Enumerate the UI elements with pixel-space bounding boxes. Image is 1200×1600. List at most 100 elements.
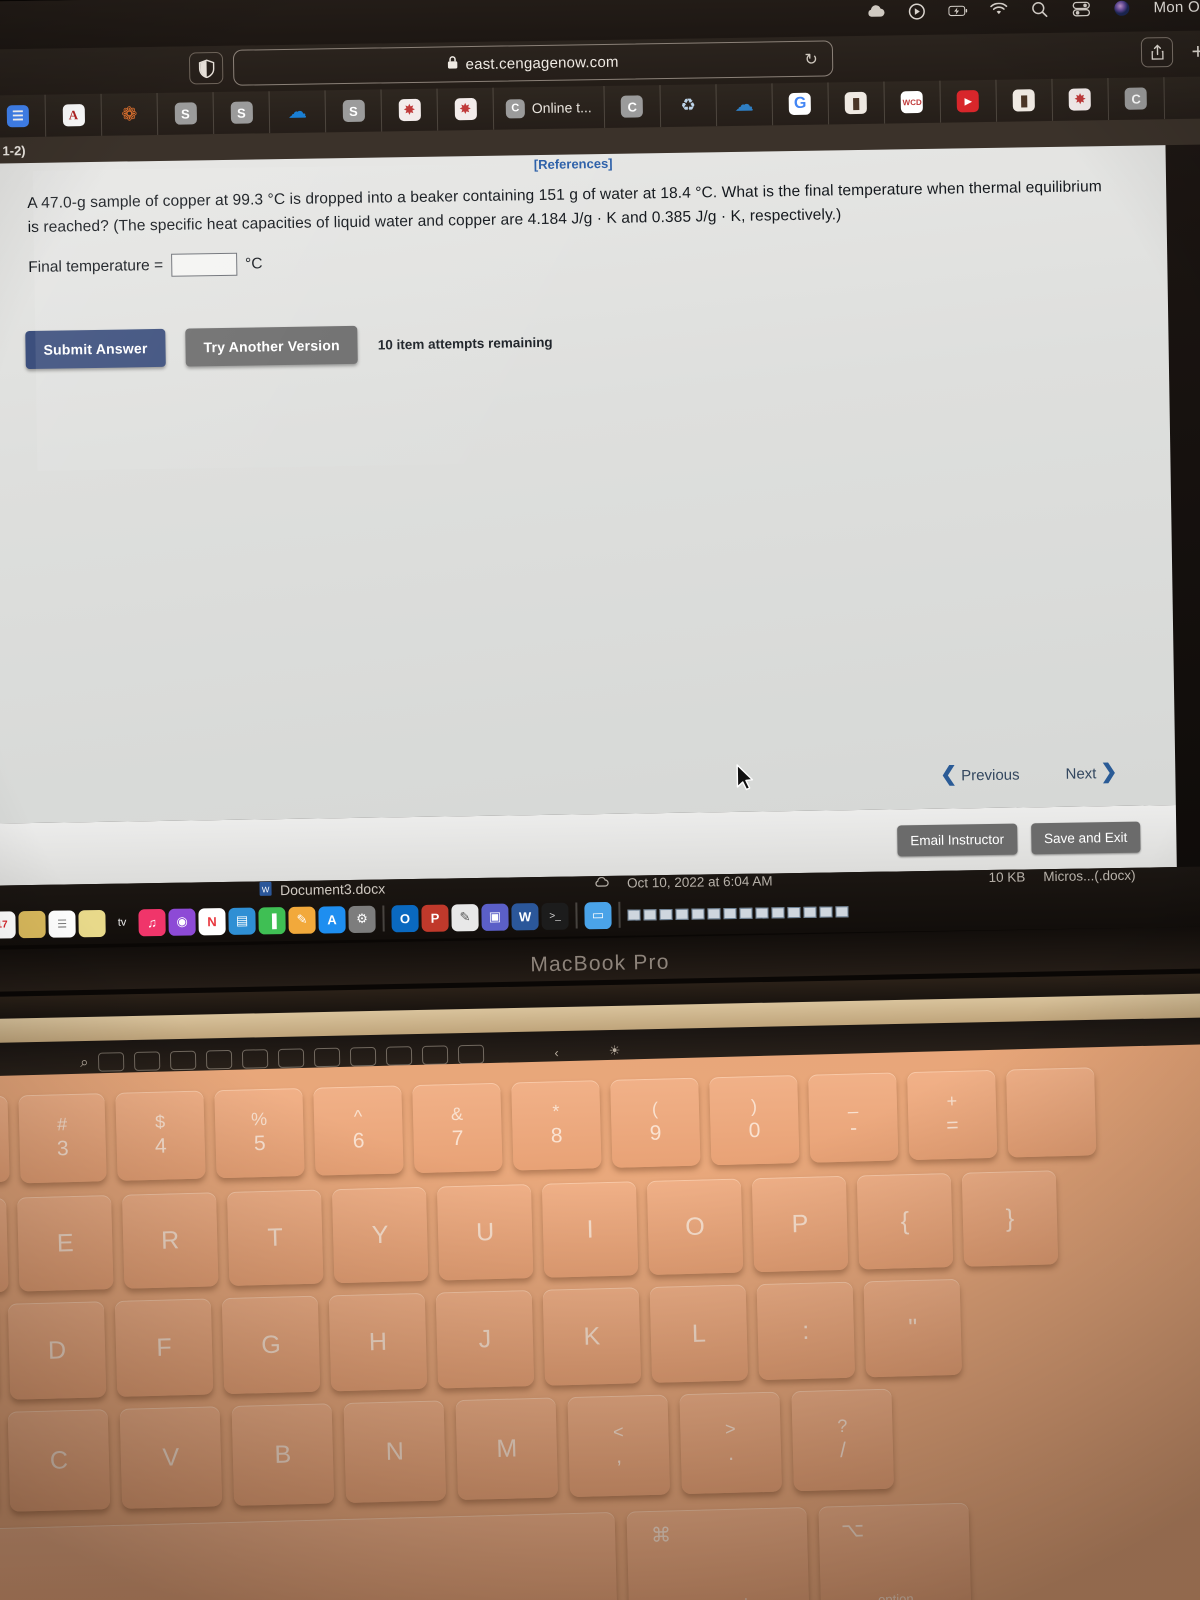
- finder-item-thumb[interactable]: [819, 905, 833, 918]
- key-equals[interactable]: + =: [907, 1069, 998, 1161]
- dock-powerpoint[interactable]: P: [421, 903, 449, 932]
- plus-icon[interactable]: +: [1183, 36, 1200, 66]
- dock-podcasts[interactable]: ◉: [168, 907, 196, 936]
- key-option[interactable]: ⌥ option: [818, 1502, 972, 1600]
- dock-music[interactable]: ♫: [138, 908, 166, 936]
- dock-settings[interactable]: ⚙: [348, 905, 376, 933]
- key-3[interactable]: #3: [18, 1093, 107, 1184]
- dock-outlook[interactable]: O: [391, 904, 419, 932]
- key-command[interactable]: ⌘ command: [626, 1506, 810, 1600]
- touchbar-key[interactable]: [350, 1046, 377, 1066]
- key-y[interactable]: Y: [331, 1186, 429, 1284]
- dock-reminders[interactable]: ☰: [48, 909, 76, 938]
- wifi-icon[interactable]: [989, 0, 1008, 19]
- key-8[interactable]: * 8: [511, 1080, 602, 1171]
- dock-terminal[interactable]: >_: [541, 902, 569, 930]
- key-m[interactable]: M: [455, 1397, 559, 1501]
- menubar-clock[interactable]: Mon Oct: [1153, 0, 1200, 16]
- cloud-icon[interactable]: [866, 2, 885, 21]
- bookmark-cengage-1[interactable]: ✸: [381, 88, 439, 132]
- touchbar-key[interactable]: [134, 1050, 161, 1071]
- bookmark-cloud-blue[interactable]: ☁: [716, 83, 774, 127]
- tab-title-truncated[interactable]: ect. 1-2): [0, 143, 26, 159]
- control-center-icon[interactable]: [1071, 0, 1090, 18]
- key-5[interactable]: % 5: [214, 1087, 305, 1179]
- dock-numbers[interactable]: ▐: [258, 906, 286, 934]
- bookmark-google-docs[interactable]: ☰: [0, 94, 47, 138]
- key-t[interactable]: T: [226, 1189, 324, 1286]
- key-j[interactable]: J: [435, 1290, 535, 1389]
- key-i[interactable]: I: [541, 1181, 639, 1278]
- finder-item-thumb[interactable]: [803, 906, 817, 918]
- key-v[interactable]: V: [119, 1406, 223, 1509]
- shield-icon[interactable]: [188, 51, 224, 85]
- key-minus[interactable]: _ -: [808, 1072, 899, 1163]
- key-n[interactable]: N: [343, 1400, 447, 1503]
- bookmark-photos[interactable]: ❁: [101, 92, 159, 136]
- touchbar-key[interactable]: [206, 1049, 233, 1069]
- key-k[interactable]: K: [542, 1287, 642, 1386]
- dock-news[interactable]: N: [198, 907, 226, 935]
- key-b[interactable]: B: [231, 1403, 335, 1506]
- finder-item-thumb[interactable]: [627, 908, 641, 921]
- bookmark-onedrive[interactable]: ☁: [269, 90, 327, 134]
- key-semicolon[interactable]: :: [756, 1281, 856, 1381]
- key-u[interactable]: U: [436, 1184, 534, 1281]
- bookmark-online-t[interactable]: C Online t...: [493, 85, 606, 130]
- bookmark-google[interactable]: G: [772, 82, 830, 126]
- finder-item-thumb[interactable]: [787, 906, 801, 918]
- key-0[interactable]: ) 0: [709, 1075, 800, 1166]
- bookmark-book-1[interactable]: ▮: [828, 81, 886, 125]
- touchbar-key[interactable]: [242, 1048, 269, 1069]
- finder-item-thumb[interactable]: [707, 907, 721, 919]
- touchbar-key[interactable]: [170, 1050, 197, 1070]
- bookmark-c[interactable]: C: [604, 85, 662, 128]
- key-comma[interactable]: <,: [567, 1394, 671, 1498]
- touchbar-key[interactable]: [314, 1047, 341, 1067]
- key-quote[interactable]: ": [863, 1278, 963, 1378]
- key-c[interactable]: C: [7, 1409, 111, 1512]
- bookmark-s2[interactable]: S: [213, 91, 271, 135]
- dock-teams[interactable]: ▣: [481, 903, 509, 931]
- save-and-exit-button[interactable]: Save and Exit: [1030, 821, 1141, 854]
- previous-button[interactable]: ❮ Previous: [940, 761, 1020, 787]
- dock-calendar[interactable]: 17: [0, 910, 16, 939]
- key-w[interactable]: W: [0, 1197, 9, 1294]
- key-9[interactable]: (9: [610, 1077, 701, 1168]
- brightness-icon[interactable]: ☀: [609, 1043, 621, 1059]
- finder-file-row[interactable]: W Document3.docx: [259, 879, 385, 899]
- key-2[interactable]: @2: [0, 1095, 10, 1184]
- bookmark-c2[interactable]: C: [1108, 77, 1165, 121]
- key-f[interactable]: F: [114, 1298, 214, 1397]
- touchbar-key[interactable]: [458, 1044, 485, 1064]
- finder-item-thumb[interactable]: [643, 908, 657, 920]
- finder-item-thumb[interactable]: [659, 908, 673, 920]
- key-h[interactable]: H: [328, 1292, 428, 1392]
- key-l[interactable]: L: [649, 1284, 749, 1383]
- bookmark-wcd[interactable]: WCD: [884, 80, 942, 124]
- play-circle-icon[interactable]: [907, 1, 926, 20]
- dock-word[interactable]: W: [511, 902, 539, 931]
- key-g[interactable]: G: [221, 1295, 321, 1395]
- key-delete[interactable]: [1006, 1067, 1097, 1158]
- search-icon[interactable]: ⌕: [80, 1053, 89, 1070]
- finder-item-thumb[interactable]: [771, 906, 785, 918]
- bookmark-recycle[interactable]: ♻: [660, 84, 718, 128]
- key-period[interactable]: >.: [679, 1391, 783, 1495]
- key-bracket-right[interactable]: }: [961, 1170, 1059, 1267]
- touchbar-key[interactable]: [98, 1051, 125, 1072]
- final-temperature-input[interactable]: [170, 252, 238, 277]
- bookmark-s3[interactable]: S: [325, 89, 383, 133]
- finder-item-thumb[interactable]: [675, 908, 689, 920]
- finder-item-thumb[interactable]: [723, 907, 737, 919]
- dock-notes[interactable]: [18, 910, 46, 938]
- key-p[interactable]: P: [751, 1175, 849, 1273]
- key-bracket-left[interactable]: {: [856, 1173, 954, 1270]
- key-7[interactable]: & 7: [412, 1082, 503, 1174]
- bookmark-cengage-2[interactable]: ✸: [437, 87, 495, 131]
- bookmark-aleks[interactable]: A: [45, 93, 103, 137]
- siri-icon[interactable]: [1112, 0, 1131, 17]
- bookmark-cengage-3[interactable]: ✸: [1052, 78, 1109, 121]
- dock-stickies[interactable]: [78, 909, 106, 937]
- finder-item-thumb[interactable]: [739, 907, 753, 919]
